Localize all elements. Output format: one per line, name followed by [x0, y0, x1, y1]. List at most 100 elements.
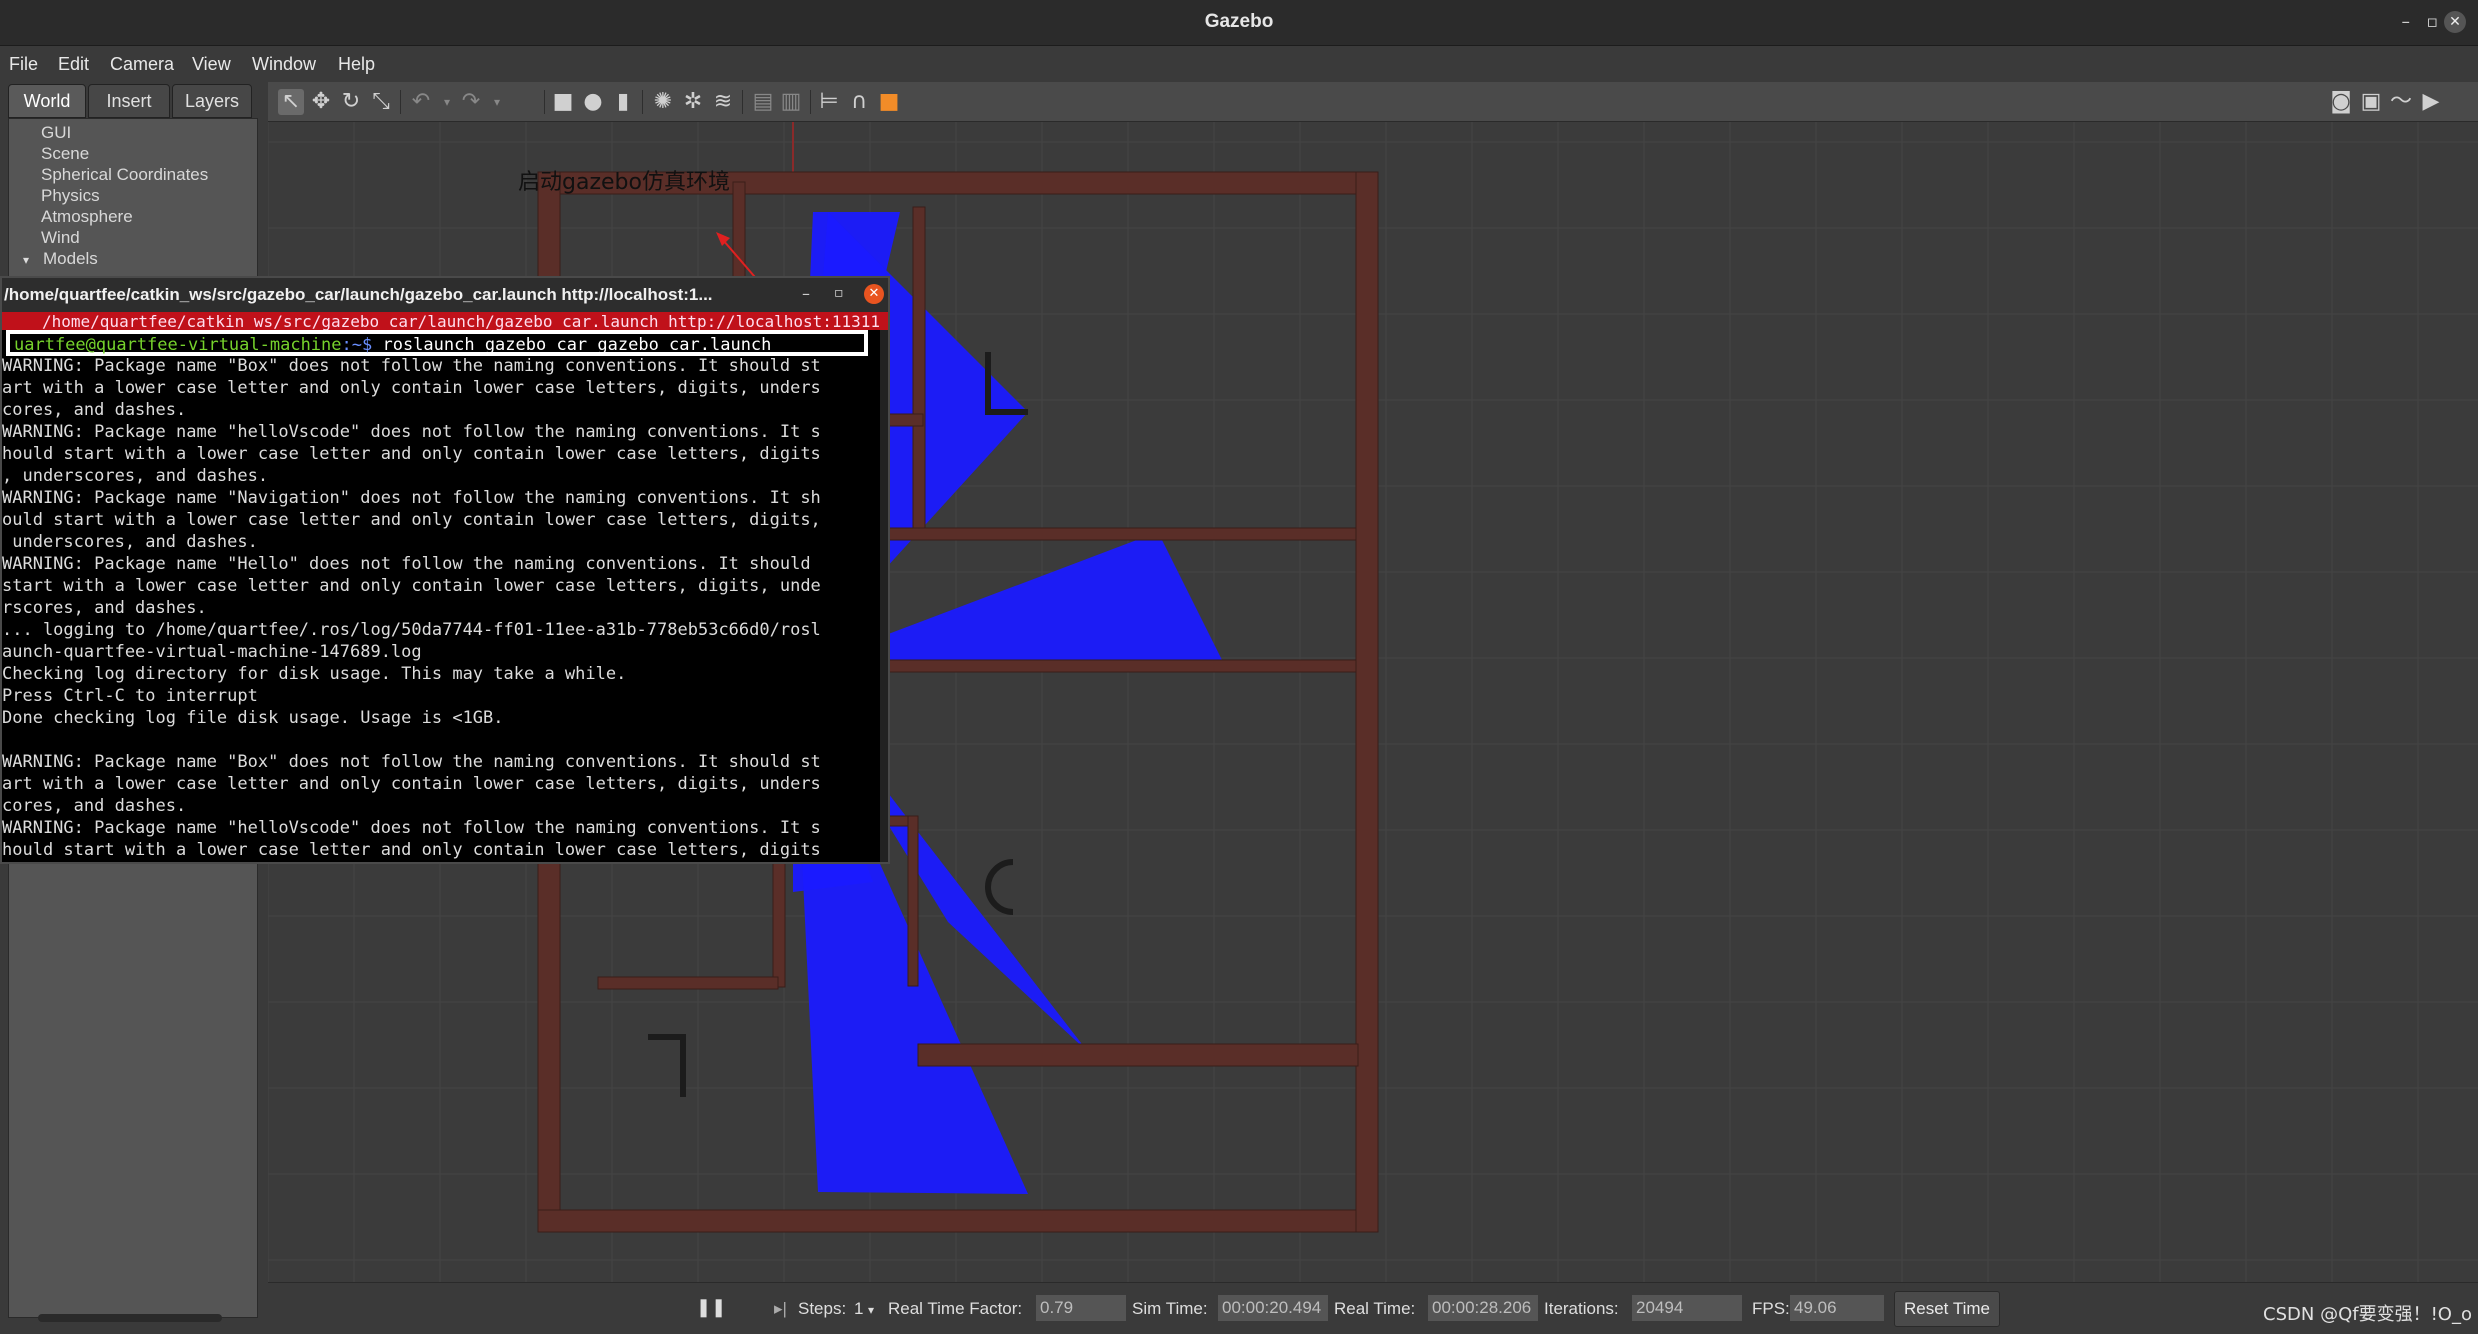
toolbar: ↖ ✥ ↻ ⤡ ↶ ▾ ↷ ▾ ■ ● ▮ ✺ ✲ ≋ ▤ ▥ ⊨ ∩ ■ ◙ …	[268, 82, 2478, 122]
terminal-line: WARNING: Package name "helloVscode" does…	[2, 422, 821, 442]
close-icon[interactable]: ✕	[2444, 11, 2466, 33]
terminal-line: WARNING: Package name "helloVscode" does…	[2, 818, 821, 838]
cylinder-block	[985, 859, 1014, 915]
spot-light-icon[interactable]: ✲	[680, 89, 706, 115]
tab-world[interactable]: World	[8, 84, 86, 118]
terminal-maximize-icon[interactable]: ▫	[834, 285, 844, 301]
tab-insert[interactable]: Insert	[88, 84, 170, 118]
undo-icon[interactable]: ↶	[408, 89, 434, 115]
tree-item-physics[interactable]: Physics	[41, 186, 100, 206]
tree-item-scene[interactable]: Scene	[41, 144, 89, 164]
fps-value: 49.06	[1790, 1295, 1884, 1321]
terminal-line: underscores, and dashes.	[2, 532, 258, 552]
scale-icon[interactable]: ⤡	[368, 89, 394, 115]
terminal-tab[interactable]: /home/quartfee/catkin_ws/src/gazebo_car/…	[2, 312, 888, 330]
real-time-value: 00:00:28.206	[1428, 1295, 1538, 1321]
terminal-line: , underscores, and dashes.	[2, 466, 269, 486]
terminal-line: hould start with a lower case letter and…	[2, 444, 821, 464]
highlight-box: uartfee@quartfee-virtual-machine:~$ rosl…	[6, 330, 868, 356]
prompt-path: :~$	[341, 335, 373, 355]
directional-light-icon[interactable]: ≋	[710, 89, 736, 115]
cylinder-icon[interactable]: ▮	[610, 89, 636, 115]
terminal-line: Done checking log file disk usage. Usage…	[2, 708, 504, 728]
copy-icon[interactable]: ▤	[750, 89, 776, 115]
tab-layers[interactable]: Layers	[172, 84, 252, 118]
window-title: Gazebo	[1204, 11, 1274, 32]
maze-wall	[907, 815, 919, 987]
maximize-icon[interactable]: ▫	[2426, 12, 2438, 32]
box-icon[interactable]: ■	[550, 89, 576, 115]
menu-file[interactable]: File	[9, 54, 38, 75]
terminal-line: ould start with a lower case letter and …	[2, 510, 821, 530]
steps-value[interactable]: 1	[854, 1299, 863, 1319]
steps-label: Steps:	[798, 1299, 847, 1318]
rtf-label: Real Time Factor:	[888, 1299, 1023, 1318]
reset-time-button[interactable]: Reset Time	[1894, 1291, 2000, 1327]
rotate-icon[interactable]: ↻	[338, 89, 364, 115]
terminal-line: cores, and dashes.	[2, 796, 187, 816]
select-arrow-icon[interactable]: ↖	[278, 89, 304, 115]
maze-wall	[597, 976, 779, 990]
align-icon[interactable]: ⊨	[816, 89, 842, 115]
paste-icon[interactable]: ▥	[778, 89, 804, 115]
rtf-value: 0.79	[1036, 1295, 1126, 1321]
maze-wall	[857, 659, 1357, 673]
prompt-user: uartfee@quartfee-virtual-machine	[14, 335, 342, 355]
tree-item-spherical-coordinates[interactable]: Spherical Coordinates	[41, 165, 208, 185]
terminal-minimize-icon[interactable]: –	[802, 284, 810, 303]
terminal-line: Checking log directory for disk usage. T…	[2, 664, 627, 684]
menu-edit[interactable]: Edit	[58, 54, 89, 75]
terminal-line: hould start with a lower case letter and…	[2, 840, 821, 860]
iterations-label: Iterations:	[1544, 1299, 1619, 1318]
terminal-line: WARNING: Package name "Box" does not fol…	[2, 356, 821, 376]
translate-icon[interactable]: ✥	[308, 89, 334, 115]
pause-icon[interactable]: ❚❚	[696, 1297, 726, 1318]
annotation-text: 启动gazebo仿真环境	[518, 170, 730, 195]
change-view-icon[interactable]: ■	[876, 89, 902, 115]
tree-item-gui[interactable]: GUI	[41, 123, 71, 143]
expand-arrow-icon[interactable]: ▾	[23, 253, 29, 267]
terminal-line: WARNING: Package name "Navigation" does …	[2, 488, 821, 508]
iterations-value: 20494	[1632, 1295, 1742, 1321]
annotation-arrowhead	[716, 232, 730, 246]
redo-dropdown-icon[interactable]: ▾	[484, 89, 510, 115]
tree-item-atmosphere[interactable]: Atmosphere	[41, 207, 133, 227]
video-icon[interactable]: ▶	[2418, 89, 2444, 115]
point-light-icon[interactable]: ✺	[650, 89, 676, 115]
terminal-tab-title: /home/quartfee/catkin_ws/src/gazebo_car/…	[42, 312, 888, 330]
terminal-line: aunch-quartfee-virtual-machine-147689.lo…	[2, 642, 422, 662]
steps-dropdown-icon[interactable]: ▾	[868, 1303, 874, 1317]
terminal-titlebar: /home/quartfee/catkin_ws/src/gazebo_car/…	[2, 278, 888, 312]
maze-wall	[912, 206, 926, 538]
tree-item-models[interactable]: Models	[43, 249, 98, 269]
screenshot-icon[interactable]: ◙	[2328, 89, 2354, 115]
tree-item-wind[interactable]: Wind	[41, 228, 80, 248]
redo-icon[interactable]: ↷	[458, 89, 484, 115]
terminal-line: WARNING: Package name "Box" does not fol…	[2, 752, 821, 772]
menu-window[interactable]: Window	[252, 54, 316, 75]
maze-wall	[855, 527, 1357, 541]
sim-time-value: 00:00:20.494	[1218, 1295, 1328, 1321]
step-icon[interactable]: ▸|	[774, 1299, 787, 1319]
minimize-icon[interactable]: –	[2402, 12, 2411, 32]
terminal-line: rscores, and dashes.	[2, 598, 207, 618]
log-icon[interactable]: ▣	[2358, 89, 2384, 115]
terminal-line: art with a lower case letter and only co…	[2, 378, 821, 398]
terminal-line: ... logging to /home/quartfee/.ros/log/5…	[2, 620, 821, 640]
snap-icon[interactable]: ∩	[846, 89, 872, 115]
terminal-window[interactable]: /home/quartfee/catkin_ws/src/gazebo_car/…	[0, 276, 890, 864]
terminal-line: WARNING: Package name "Hello" does not f…	[2, 554, 811, 574]
real-time-label: Real Time:	[1334, 1299, 1416, 1318]
sphere-icon[interactable]: ●	[580, 89, 606, 115]
terminal-close-icon[interactable]: ✕	[864, 284, 884, 304]
maze-wall	[1355, 171, 1379, 1233]
left-panel-scrollbar[interactable]	[38, 1314, 222, 1322]
terminal-scrollbar[interactable]	[880, 330, 888, 862]
menu-camera[interactable]: Camera	[110, 54, 174, 75]
plot-icon[interactable]: 〜	[2388, 89, 2414, 115]
menu-help[interactable]: Help	[338, 54, 375, 75]
menu-view[interactable]: View	[192, 54, 231, 75]
maze-wall	[917, 1043, 1359, 1067]
undo-dropdown-icon[interactable]: ▾	[434, 89, 460, 115]
terminal-prompt: uartfee@quartfee-virtual-machine:~$ rosl…	[14, 335, 771, 355]
